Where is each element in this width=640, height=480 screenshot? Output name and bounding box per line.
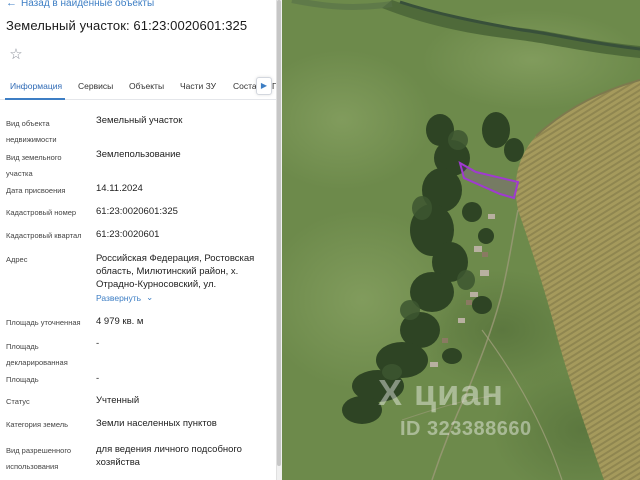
field-value-area-declared: - xyxy=(96,338,100,349)
cian-watermark-logo: Х циан xyxy=(378,372,505,413)
tab-composition[interactable]: Соста xyxy=(233,81,257,91)
field-value-date: 14.11.2024 xyxy=(96,183,143,194)
active-tab-indicator xyxy=(5,98,65,100)
info-panel: ← Назад в найденные объекты Земельный уч… xyxy=(0,0,276,480)
tab-services[interactable]: Сервисы xyxy=(78,81,113,91)
field-value-land-category: Земли населенных пунктов xyxy=(96,418,217,429)
field-label-cadastral-block: Кадастровый квартал xyxy=(6,231,82,240)
field-label-status: Статус xyxy=(6,397,30,406)
tab-bar: Информация Сервисы Объекты Части ЗУ Сост… xyxy=(0,74,276,100)
chevron-down-icon: ⌄ xyxy=(146,292,154,302)
tab-objects[interactable]: Объекты xyxy=(129,81,164,91)
field-value-permitted-use: для ведения личного подсобного хозяйства xyxy=(96,444,242,468)
back-link-label: Назад в найденные объекты xyxy=(21,0,155,9)
expand-label: Развернуть xyxy=(96,292,142,303)
field-value-cadastral-block: 61:23:0020601 xyxy=(96,229,160,240)
field-label-area: Площадь xyxy=(6,375,39,384)
back-link[interactable]: ← Назад в найденные объекты xyxy=(6,0,154,10)
arrow-left-icon: ← xyxy=(6,0,17,9)
field-label-cadastral-number: Кадастровый номер xyxy=(6,208,77,217)
field-value-area-refined: 4 979 кв. м xyxy=(96,316,144,327)
satellite-map[interactable]: Х циан ID 323388660 xyxy=(282,0,640,480)
field-label-area-declared: Площадь декларированная xyxy=(6,342,68,367)
field-value-object-type: Земельный участок xyxy=(96,115,183,126)
field-label-land-type: Вид земельного участка xyxy=(6,153,62,178)
field-value-cadastral-number: 61:23:0020601:325 xyxy=(96,206,178,217)
field-label-area-refined: Площадь уточненная xyxy=(6,318,81,327)
field-label-permitted-use: Вид разрешенного использования xyxy=(6,446,72,471)
expand-address-button[interactable]: Развернуть ⌄ xyxy=(96,292,153,303)
field-value-land-type: Землепользование xyxy=(96,149,181,160)
panel-scrollbar[interactable] xyxy=(277,0,281,466)
field-value-status: Учтенный xyxy=(96,395,140,406)
field-label-date: Дата присвоения xyxy=(6,186,66,195)
tab-info[interactable]: Информация xyxy=(10,81,62,91)
field-label-land-category: Категория земель xyxy=(6,420,69,429)
page-title: Земельный участок: 61:23:0020601:325 xyxy=(6,18,248,33)
field-label-address: Адрес xyxy=(6,255,28,264)
cian-watermark-id: ID 323388660 xyxy=(400,418,532,440)
tab-parts[interactable]: Части ЗУ xyxy=(180,81,216,91)
star-icon[interactable]: ☆ xyxy=(7,46,25,64)
field-value-area: - xyxy=(96,373,100,384)
chevron-right-icon[interactable]: ▶ xyxy=(256,77,272,95)
field-label-object-type: Вид объекта недвижимости xyxy=(6,119,57,144)
field-value-address: Российская Федерация, Ростовская область… xyxy=(96,253,255,290)
